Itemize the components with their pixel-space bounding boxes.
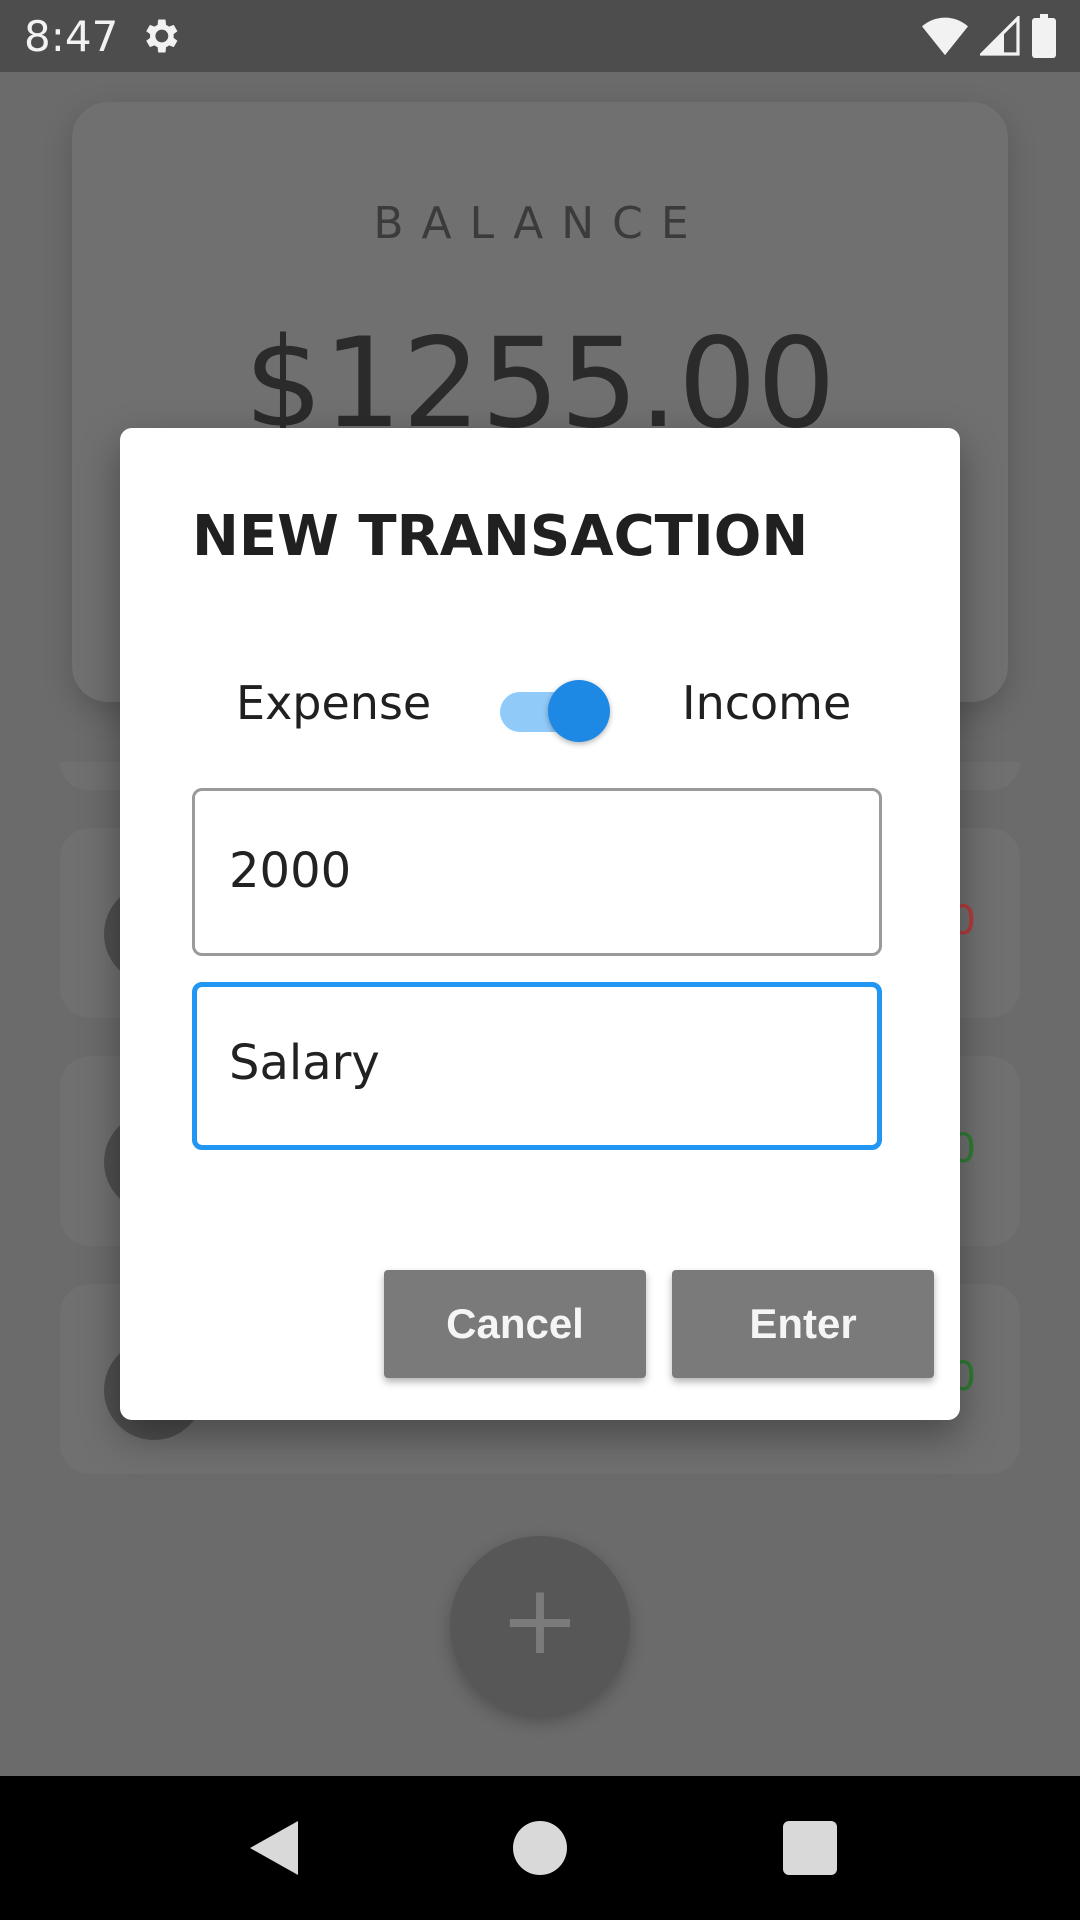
income-label: Income	[682, 676, 852, 730]
signal-icon	[980, 16, 1020, 56]
dialog-title: NEW TRANSACTION	[192, 504, 809, 569]
add-transaction-button[interactable]: +	[450, 1536, 630, 1716]
description-field[interactable]	[192, 982, 882, 1150]
home-icon[interactable]	[510, 1818, 570, 1878]
status-time: 8:47	[24, 12, 119, 61]
enter-button[interactable]: Enter	[672, 1270, 934, 1378]
type-switch-thumb[interactable]	[548, 680, 610, 742]
amount-input[interactable]	[229, 843, 849, 899]
battery-icon	[1032, 14, 1056, 58]
navigation-bar	[0, 1776, 1080, 1920]
balance-label: BALANCE	[373, 198, 707, 249]
plus-icon: +	[499, 1564, 581, 1676]
status-bar: 8:47	[0, 0, 1080, 72]
new-transaction-dialog: NEW TRANSACTION Expense Income Cancel En…	[120, 428, 960, 1420]
type-toggle-row: Expense Income	[120, 658, 960, 758]
cancel-button[interactable]: Cancel	[384, 1270, 646, 1378]
recents-icon[interactable]	[780, 1818, 840, 1878]
wifi-icon	[922, 17, 968, 56]
back-icon[interactable]	[244, 1818, 304, 1878]
description-input[interactable]	[229, 1035, 849, 1091]
amount-field[interactable]	[192, 788, 882, 956]
expense-label: Expense	[236, 676, 432, 730]
status-icons	[922, 14, 1056, 58]
gear-icon	[146, 19, 178, 53]
